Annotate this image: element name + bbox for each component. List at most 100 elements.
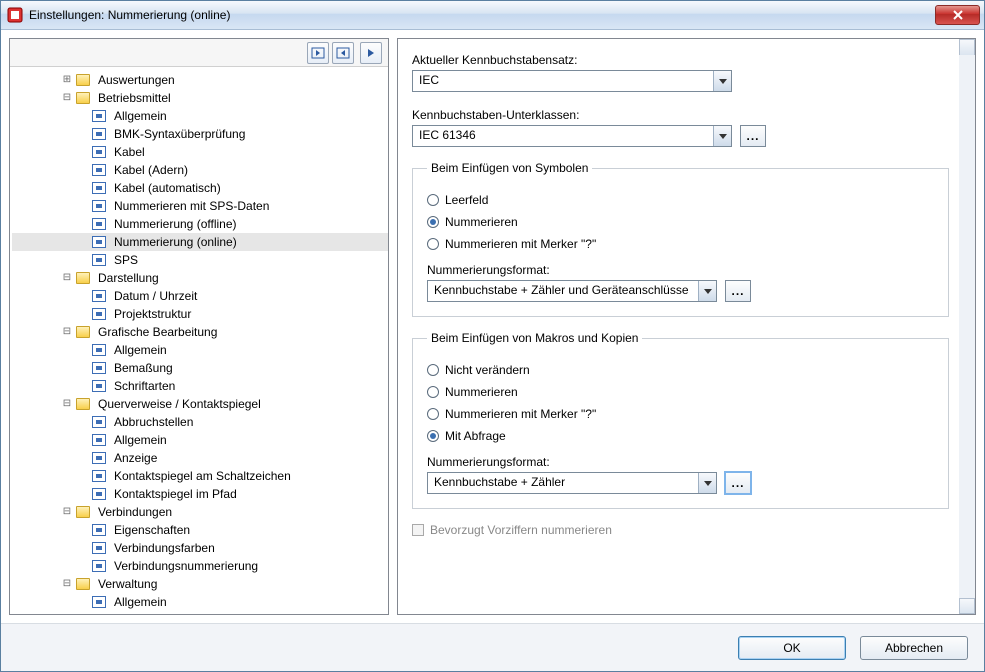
- macros-format-browse-button[interactable]: ...: [725, 472, 751, 494]
- radio-macros-number[interactable]: Nummerieren: [427, 385, 934, 399]
- radio-symbols-marker[interactable]: Nummerieren mit Merker "?": [427, 237, 934, 251]
- tree-item-label: Verbindungsfarben: [110, 539, 219, 557]
- folder-icon: [76, 74, 90, 86]
- folder-icon: [76, 272, 90, 284]
- page-icon: [92, 146, 106, 158]
- tree-item[interactable]: ⊞Allgemein: [12, 341, 388, 359]
- tree-item[interactable]: ⊞Kontaktspiegel am Schaltzeichen: [12, 467, 388, 485]
- tree-item[interactable]: ⊞Eigenschaften: [12, 521, 388, 539]
- tree-item[interactable]: ⊞Verbindungsnummerierung: [12, 557, 388, 575]
- tree-item-label: Allgemein: [110, 341, 171, 359]
- tree-item[interactable]: ⊞Allgemein: [12, 107, 388, 125]
- dialog-footer: OK Abbrechen: [1, 623, 984, 671]
- tree-item-label: Allgemein: [110, 431, 171, 449]
- page-icon: [92, 596, 106, 608]
- tree-item[interactable]: ⊞Allgemein: [12, 593, 388, 611]
- tree-item[interactable]: ⊞Datum / Uhrzeit: [12, 287, 388, 305]
- tree-item-label: Nummerieren mit SPS-Daten: [110, 197, 273, 215]
- tree-item-label: Eigenschaften: [110, 521, 194, 539]
- play-icon[interactable]: [360, 42, 382, 64]
- tree-toolbar: [10, 39, 388, 67]
- tree-item-label: Nummerierung (offline): [110, 215, 241, 233]
- collapse-icon[interactable]: ⊟: [60, 575, 74, 593]
- tree-item[interactable]: ⊟Verwaltung: [12, 575, 388, 593]
- tree-item-label: Allgemein: [110, 593, 171, 611]
- tree-item[interactable]: ⊟Verbindungen: [12, 503, 388, 521]
- tree-item[interactable]: ⊞SPS: [12, 251, 388, 269]
- tree-pane: ⊞Auswertungen⊟Betriebsmittel⊞Allgemein⊞B…: [9, 38, 389, 615]
- ok-button[interactable]: OK: [738, 636, 846, 660]
- expand-icon[interactable]: ⊞: [60, 71, 74, 89]
- tree-item[interactable]: ⊞Allgemein: [12, 431, 388, 449]
- form-pane: Aktueller Kennbuchstabensatz: IEC Kennbu…: [397, 38, 976, 615]
- titlebar: Einstellungen: Nummerierung (online): [1, 1, 984, 30]
- macros-format-dropdown[interactable]: Kennbuchstabe + Zähler: [427, 472, 717, 494]
- tree-item-label: Kabel (Adern): [110, 161, 192, 179]
- tree-item[interactable]: ⊟ Darstellung: [12, 269, 388, 287]
- radio-icon: [427, 364, 439, 376]
- tree-item-label: Bemaßung: [110, 359, 177, 377]
- page-icon: [92, 362, 106, 374]
- page-icon: [92, 182, 106, 194]
- expand-left-icon[interactable]: [332, 42, 354, 64]
- form-scrollbar[interactable]: [959, 39, 975, 614]
- tree-item[interactable]: ⊞BMK-Syntaxüberprüfung: [12, 125, 388, 143]
- folder-icon: [76, 326, 90, 338]
- tree-item[interactable]: ⊞Nummerieren mit SPS-Daten: [12, 197, 388, 215]
- subclass-dropdown[interactable]: IEC 61346: [412, 125, 732, 147]
- tree-item[interactable]: ⊟Querverweise / Kontaktspiegel: [12, 395, 388, 413]
- collapse-icon[interactable]: ⊟: [60, 395, 74, 413]
- page-icon: [92, 434, 106, 446]
- settings-tree[interactable]: ⊞Auswertungen⊟Betriebsmittel⊞Allgemein⊞B…: [10, 67, 388, 614]
- tree-item[interactable]: ⊞Verbindungsfarben: [12, 539, 388, 557]
- tree-item-label: Anzeige: [110, 449, 161, 467]
- page-icon: [92, 290, 106, 302]
- tree-item[interactable]: ⊞Nummerierung (offline): [12, 215, 388, 233]
- page-icon: [92, 308, 106, 320]
- group-insert-macros-legend: Beim Einfügen von Makros und Kopien: [427, 331, 642, 345]
- symbols-format-dropdown[interactable]: Kennbuchstabe + Zähler und Geräteanschlü…: [427, 280, 717, 302]
- collapse-icon[interactable]: ⊟: [60, 89, 74, 107]
- subclass-browse-button[interactable]: ...: [740, 125, 766, 147]
- symbols-format-browse-button[interactable]: ...: [725, 280, 751, 302]
- chevron-down-icon: [698, 473, 716, 493]
- tree-item-label: Darstellung: [94, 269, 163, 287]
- tree-item[interactable]: ⊟Betriebsmittel: [12, 89, 388, 107]
- radio-macros-nochange[interactable]: Nicht verändern: [427, 363, 934, 377]
- radio-icon: [427, 408, 439, 420]
- tree-item[interactable]: ⊞Anzeige: [12, 449, 388, 467]
- radio-icon: [427, 386, 439, 398]
- current-set-dropdown[interactable]: IEC: [412, 70, 732, 92]
- tree-item[interactable]: ⊞Kabel (automatisch): [12, 179, 388, 197]
- window-close-button[interactable]: [935, 5, 980, 25]
- tree-item[interactable]: ⊞Kontaktspiegel im Pfad: [12, 485, 388, 503]
- tree-item[interactable]: ⊞Kabel: [12, 143, 388, 161]
- tree-item-label: Nummerierung (online): [110, 233, 241, 251]
- tree-item[interactable]: ⊞Nummerierung (online): [12, 233, 388, 251]
- tree-item[interactable]: ⊞Abbruchstellen: [12, 413, 388, 431]
- tree-item[interactable]: ⊞Auswertungen: [12, 71, 388, 89]
- tree-item-label: Verbindungsnummerierung: [110, 557, 262, 575]
- collapse-icon[interactable]: ⊟: [60, 269, 74, 287]
- radio-symbols-empty[interactable]: Leerfeld: [427, 193, 934, 207]
- tree-item[interactable]: ⊞Bemaßung: [12, 359, 388, 377]
- page-icon: [92, 200, 106, 212]
- radio-symbols-number[interactable]: Nummerieren: [427, 215, 934, 229]
- subclass-label: Kennbuchstaben-Unterklassen:: [412, 108, 949, 122]
- collapse-icon[interactable]: ⊟: [60, 323, 74, 341]
- tree-item-label: Grafische Bearbeitung: [94, 323, 221, 341]
- expand-right-icon[interactable]: [307, 42, 329, 64]
- cancel-button[interactable]: Abbrechen: [860, 636, 968, 660]
- radio-icon: [427, 216, 439, 228]
- tree-item[interactable]: ⊟ Grafische Bearbeitung: [12, 323, 388, 341]
- radio-icon: [427, 238, 439, 250]
- tree-item[interactable]: ⊞Kabel (Adern): [12, 161, 388, 179]
- symbols-format-label: Nummerierungsformat:: [427, 263, 934, 277]
- collapse-icon[interactable]: ⊟: [60, 503, 74, 521]
- chevron-down-icon: [698, 281, 716, 301]
- tree-item[interactable]: ⊞Schriftarten: [12, 377, 388, 395]
- radio-macros-ask[interactable]: Mit Abfrage: [427, 429, 934, 443]
- radio-macros-marker[interactable]: Nummerieren mit Merker "?": [427, 407, 934, 421]
- prefer-prefix-checkbox[interactable]: Bevorzugt Vorziffern nummerieren: [412, 523, 949, 537]
- tree-item[interactable]: ⊞Projektstruktur: [12, 305, 388, 323]
